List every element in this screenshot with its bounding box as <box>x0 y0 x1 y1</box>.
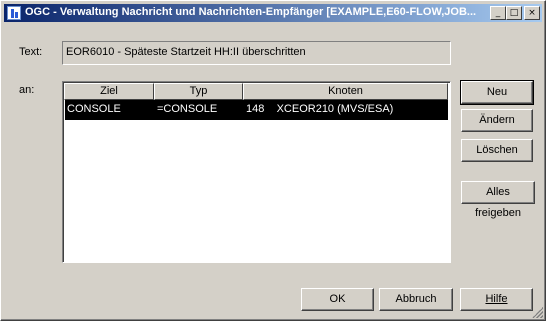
app-icon[interactable] <box>7 6 21 20</box>
delete-button[interactable]: Löschen <box>461 139 533 162</box>
an-label: an: <box>19 84 35 96</box>
cell-ziel: CONSOLE <box>67 103 121 115</box>
cell-typ: =CONSOLE <box>157 103 218 115</box>
minimize-button[interactable]: _ <box>490 6 506 20</box>
cell-knoten: 148 XCEOR210 (MVS/ESA) <box>246 103 394 115</box>
message-text-value: EOR6010 - Späteste Startzeit HH:II übers… <box>66 46 306 58</box>
close-button[interactable]: × <box>524 6 540 20</box>
ok-button[interactable]: OK <box>301 288 374 311</box>
release-all-button[interactable]: Alles freigeben <box>461 181 535 219</box>
table-row[interactable]: CONSOLE =CONSOLE 148 XCEOR210 (MVS/ESA) <box>65 100 448 120</box>
dialog-window: OGC - Verwaltung Nachricht und Nachricht… <box>0 0 546 321</box>
column-header-typ[interactable]: Typ <box>154 83 243 100</box>
window-title: OGC - Verwaltung Nachricht und Nachricht… <box>25 6 477 18</box>
resize-grip[interactable] <box>532 307 543 318</box>
new-button[interactable]: Neu <box>460 80 534 105</box>
title-bar[interactable]: OGC - Verwaltung Nachricht und Nachricht… <box>4 4 542 22</box>
recipient-list[interactable]: Ziel Typ Knoten CONSOLE =CONSOLE 148 XCE… <box>62 81 451 263</box>
maximize-button[interactable]: □ <box>506 6 522 20</box>
cancel-button[interactable]: Abbruch <box>379 288 453 311</box>
edit-button[interactable]: Ändern <box>461 109 533 132</box>
column-header-knoten[interactable]: Knoten <box>243 83 448 100</box>
maximize-icon: □ <box>509 8 519 18</box>
message-text-field: EOR6010 - Späteste Startzeit HH:II übers… <box>62 41 451 65</box>
text-label: Text: <box>19 46 43 58</box>
close-icon: × <box>528 8 536 18</box>
column-header-ziel[interactable]: Ziel <box>64 83 154 100</box>
help-button[interactable]: Hilfe <box>460 288 533 311</box>
minimize-icon: _ <box>495 8 501 18</box>
